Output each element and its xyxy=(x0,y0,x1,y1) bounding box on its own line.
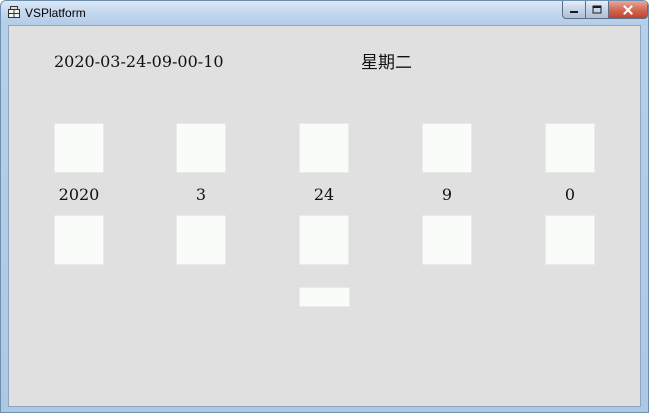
day-box-bottom[interactable] xyxy=(299,215,349,265)
day-box-top[interactable] xyxy=(299,123,349,173)
year-box-bottom[interactable] xyxy=(54,215,104,265)
minute-box-top[interactable] xyxy=(545,123,595,173)
minimize-icon xyxy=(570,10,578,13)
month-box-bottom[interactable] xyxy=(176,215,226,265)
weekday-label: 星期二 xyxy=(361,53,412,73)
hour-value: 9 xyxy=(441,185,453,204)
client-area: 2020-03-24-09-00-10 星期二 2020 3 24 9 0 xyxy=(8,25,641,407)
maximize-button[interactable] xyxy=(585,1,609,19)
app-icon xyxy=(8,6,20,18)
month-box-top[interactable] xyxy=(176,123,226,173)
app-window: VSPlatform 2020-03-24-09-00-10 星期二 2020 … xyxy=(0,0,649,413)
hour-box-top[interactable] xyxy=(422,123,472,173)
window-title: VSPlatform xyxy=(25,6,86,20)
maximize-icon xyxy=(592,5,602,14)
minute-value: 0 xyxy=(564,185,576,204)
minimize-button[interactable] xyxy=(562,1,586,19)
year-box-top[interactable] xyxy=(54,123,104,173)
close-button[interactable] xyxy=(608,1,648,19)
year-value: 2020 xyxy=(58,185,100,204)
hour-box-bottom[interactable] xyxy=(422,215,472,265)
small-button[interactable] xyxy=(299,287,350,307)
day-value: 24 xyxy=(313,185,335,204)
title-bar[interactable]: VSPlatform xyxy=(1,1,648,25)
close-icon xyxy=(623,4,633,15)
month-value: 3 xyxy=(195,185,207,204)
datetime-label: 2020-03-24-09-00-10 xyxy=(54,52,224,71)
minute-box-bottom[interactable] xyxy=(545,215,595,265)
